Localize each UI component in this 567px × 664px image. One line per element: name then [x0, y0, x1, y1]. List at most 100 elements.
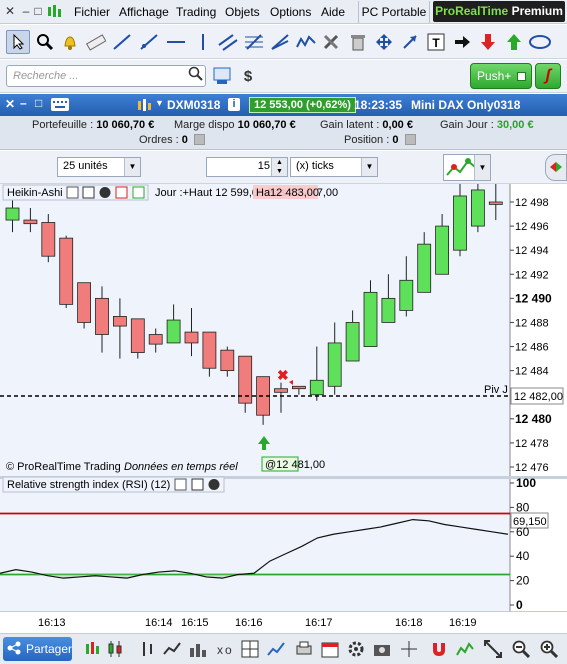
grid-icon[interactable]	[241, 640, 259, 658]
print-icon[interactable]	[295, 640, 313, 658]
ticks-input[interactable]: 15 ▲ ▼	[206, 157, 288, 177]
time-label: 16:16	[235, 617, 263, 629]
keyboard-icon[interactable]	[51, 98, 69, 111]
chart-area[interactable]: Piv J 12 482,00 12 498 12 496 12 494 12 492…	[0, 184, 567, 614]
arrow-right-icon[interactable]	[450, 30, 474, 54]
order-type-icon	[446, 158, 476, 176]
minimize-chart-icon[interactable]: –	[20, 96, 27, 110]
window-icon[interactable]	[82, 186, 95, 199]
ellipse-tool-icon[interactable]	[528, 30, 552, 54]
vertical-line-tool-icon[interactable]	[191, 30, 215, 54]
menu-fichier[interactable]: Fichier	[74, 5, 110, 19]
position-value: 0	[392, 134, 399, 146]
point-figure-icon[interactable]: xo	[215, 640, 233, 658]
search-magnifier-icon[interactable]	[188, 66, 204, 85]
settings-gear-icon[interactable]	[347, 640, 365, 658]
rsi-close-icon[interactable]	[208, 479, 220, 490]
channel-tool-icon[interactable]	[216, 30, 240, 54]
move-up-icon[interactable]	[132, 186, 145, 199]
menu-affichage[interactable]: Affichage	[119, 5, 169, 19]
arrow-draw-tool-icon[interactable]	[398, 30, 422, 54]
chart-style-icon[interactable]	[267, 640, 285, 658]
search-input[interactable]: Recherche ...	[6, 65, 206, 87]
move-down-icon[interactable]	[115, 186, 128, 199]
fan-tool-icon[interactable]	[268, 30, 292, 54]
close-window-icon[interactable]: ✕	[4, 4, 16, 18]
ticks-unit-select[interactable]: (x) ticks ▼	[290, 157, 378, 177]
side-panel-toggle[interactable]	[545, 154, 567, 181]
ray-tool-icon[interactable]	[137, 30, 161, 54]
chart-mode-icon[interactable]	[456, 640, 474, 658]
candlestick-type-icon[interactable]	[106, 640, 124, 658]
ruler-tool-icon[interactable]	[84, 30, 108, 54]
calendar-icon[interactable]	[321, 640, 339, 658]
candle-up	[435, 225, 450, 275]
quantity-select[interactable]: 25 unités ▼	[57, 157, 141, 177]
expand-icon[interactable]	[484, 640, 502, 658]
candle-up	[453, 195, 467, 251]
settings-wrench-icon[interactable]	[66, 186, 79, 199]
menu-trading[interactable]: Trading	[176, 5, 216, 19]
price-panel[interactable]	[0, 184, 510, 476]
info-icon[interactable]: i	[228, 98, 240, 111]
pivot-price-value: 12 482,00	[514, 391, 563, 403]
camera-icon[interactable]	[373, 640, 391, 658]
alert-bell-icon[interactable]	[58, 30, 82, 54]
menu-aide[interactable]: Aide	[321, 5, 345, 19]
pc-portable-button[interactable]: PC Portable	[358, 1, 430, 23]
candle-down	[130, 318, 145, 353]
minimize-window-icon[interactable]: –	[20, 4, 32, 18]
fibonacci-tool-icon[interactable]	[242, 30, 266, 54]
tools-icon[interactable]	[320, 30, 344, 54]
pattern-tool-icon[interactable]	[294, 30, 318, 54]
time-axis[interactable]: 16:13 16:14 16:15 16:16 16:17 16:18 16:1…	[0, 611, 567, 633]
arrow-up-green-icon[interactable]	[502, 30, 526, 54]
signal-button[interactable]: ʃ	[535, 63, 561, 89]
screen-list-icon[interactable]	[213, 66, 233, 86]
menu-options[interactable]: Options	[270, 5, 311, 19]
move-tool-icon[interactable]	[372, 30, 396, 54]
push-plus-button[interactable]: Push+	[470, 63, 532, 89]
maximize-chart-icon[interactable]: □	[35, 96, 42, 110]
zoom-in-icon[interactable]	[540, 640, 559, 659]
arrow-down-red-icon[interactable]	[476, 30, 500, 54]
cursor-mode-icon[interactable]	[400, 640, 418, 658]
close-circle-icon[interactable]	[99, 187, 111, 198]
rsi-axis[interactable]	[510, 479, 567, 611]
instrument-symbol[interactable]: DXM0318	[167, 98, 220, 112]
histogram-type-icon[interactable]	[189, 640, 207, 658]
brand-edition: Premium	[511, 4, 563, 18]
line-type-icon[interactable]	[163, 640, 181, 658]
instrument-dropdown-icon[interactable]: ▼	[155, 98, 164, 108]
menu-objets[interactable]: Objets	[225, 5, 260, 19]
delete-trash-icon[interactable]	[346, 30, 370, 54]
close-chart-icon[interactable]: ✕	[5, 97, 15, 111]
time-label: 16:18	[395, 617, 423, 629]
stepper-icon[interactable]: ▲ ▼	[271, 158, 287, 176]
candle-up	[5, 207, 20, 221]
dollar-alert-icon[interactable]: $	[239, 66, 259, 86]
text-tool-icon[interactable]: T	[424, 30, 448, 54]
magnet-icon[interactable]	[430, 640, 448, 658]
zoom-out-icon[interactable]	[512, 640, 531, 659]
position-list-icon[interactable]	[404, 134, 416, 145]
price-tick-label: 12 484	[515, 366, 549, 378]
horizontal-line-tool-icon[interactable]	[164, 30, 188, 54]
rsi-panel[interactable]	[0, 479, 510, 611]
instrument-name: Mini DAX Only0318	[411, 98, 521, 112]
pointer-tool-icon[interactable]	[6, 30, 30, 54]
orders-list-icon[interactable]	[193, 134, 205, 145]
drawing-toolbar: T	[0, 25, 567, 59]
order-type-select[interactable]: ▼	[443, 154, 491, 181]
rsi-window-icon[interactable]	[191, 478, 204, 491]
position-info: Position : 0	[344, 134, 416, 146]
rsi-settings-icon[interactable]	[174, 478, 187, 491]
candle-down	[41, 222, 56, 257]
zoom-tool-icon[interactable]	[33, 30, 57, 54]
trendline-tool-icon[interactable]	[110, 30, 134, 54]
maximize-window-icon[interactable]: □	[32, 4, 44, 18]
add-indicator-icon[interactable]	[84, 640, 102, 658]
bar-type-icon[interactable]	[139, 640, 157, 658]
candle-down	[59, 237, 74, 305]
sell-marker-icon[interactable]: ✖	[277, 367, 289, 383]
